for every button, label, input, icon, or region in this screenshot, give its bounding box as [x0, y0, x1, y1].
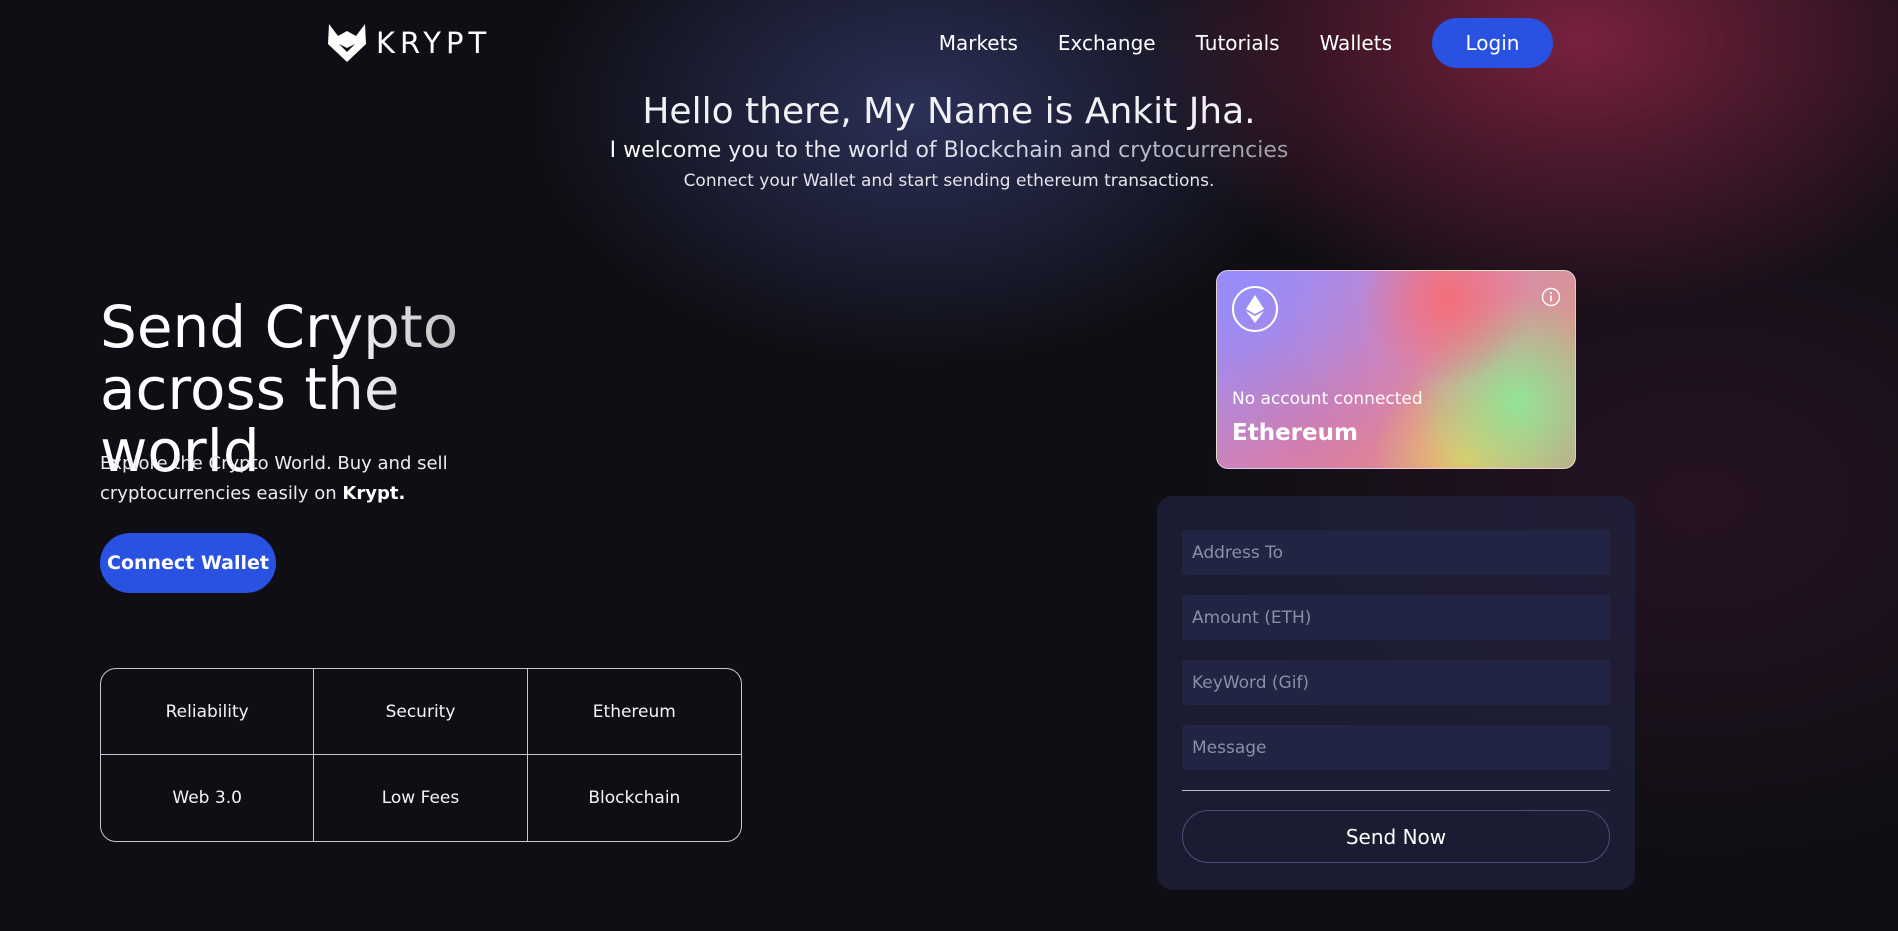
info-icon[interactable] — [1541, 287, 1561, 307]
ethereum-badge — [1232, 286, 1278, 332]
login-button[interactable]: Login — [1432, 18, 1553, 68]
ethereum-icon — [1246, 295, 1264, 323]
send-form: Send Now — [1157, 496, 1635, 890]
feature-reliability: Reliability — [101, 669, 315, 755]
main-nav: Markets Exchange Tutorials Wallets Login — [939, 18, 1553, 68]
message-input[interactable] — [1182, 725, 1610, 770]
fox-logo-icon — [328, 24, 366, 62]
nav-link-wallets[interactable]: Wallets — [1320, 31, 1392, 55]
feature-ethereum: Ethereum — [527, 669, 741, 755]
ethereum-card: No account connected Ethereum — [1216, 270, 1576, 469]
nav-link-tutorials[interactable]: Tutorials — [1196, 31, 1280, 55]
address-input[interactable] — [1182, 530, 1610, 575]
nav-link-markets[interactable]: Markets — [939, 31, 1018, 55]
account-status: No account connected — [1232, 389, 1423, 409]
network-name: Ethereum — [1232, 420, 1358, 446]
keyword-input[interactable] — [1182, 660, 1610, 705]
amount-input[interactable] — [1182, 595, 1610, 640]
hero-title-line1: Send Crypto — [100, 293, 459, 361]
intro-subheading: I welcome you to the world of Blockchain… — [610, 136, 1289, 166]
feature-low-fees: Low Fees — [314, 755, 528, 841]
hero-subtitle-brand: Krypt. — [342, 483, 406, 504]
hero-subtitle: Explore the Crypto World. Buy and sell c… — [100, 449, 500, 509]
form-divider — [1182, 790, 1610, 791]
connect-wallet-button[interactable]: Connect Wallet — [100, 533, 276, 593]
feature-web3: Web 3.0 — [101, 755, 315, 841]
feature-blockchain: Blockchain — [588, 788, 681, 808]
feature-security: Security — [314, 669, 528, 755]
nav-link-exchange[interactable]: Exchange — [1058, 31, 1156, 55]
features-grid: Reliability Security Ethereum Web 3.0 Lo… — [100, 668, 742, 842]
intro-text: Connect your Wallet and start sending et… — [683, 171, 1215, 191]
brand-logo[interactable]: KRYPT — [326, 22, 491, 64]
brand-name: KRYPT — [376, 26, 492, 60]
intro-heading: Hello there, My Name is Ankit Jha. — [642, 91, 1256, 132]
intro-section: Hello there, My Name is Ankit Jha. I wel… — [0, 88, 1898, 194]
send-now-button[interactable]: Send Now — [1182, 810, 1610, 863]
